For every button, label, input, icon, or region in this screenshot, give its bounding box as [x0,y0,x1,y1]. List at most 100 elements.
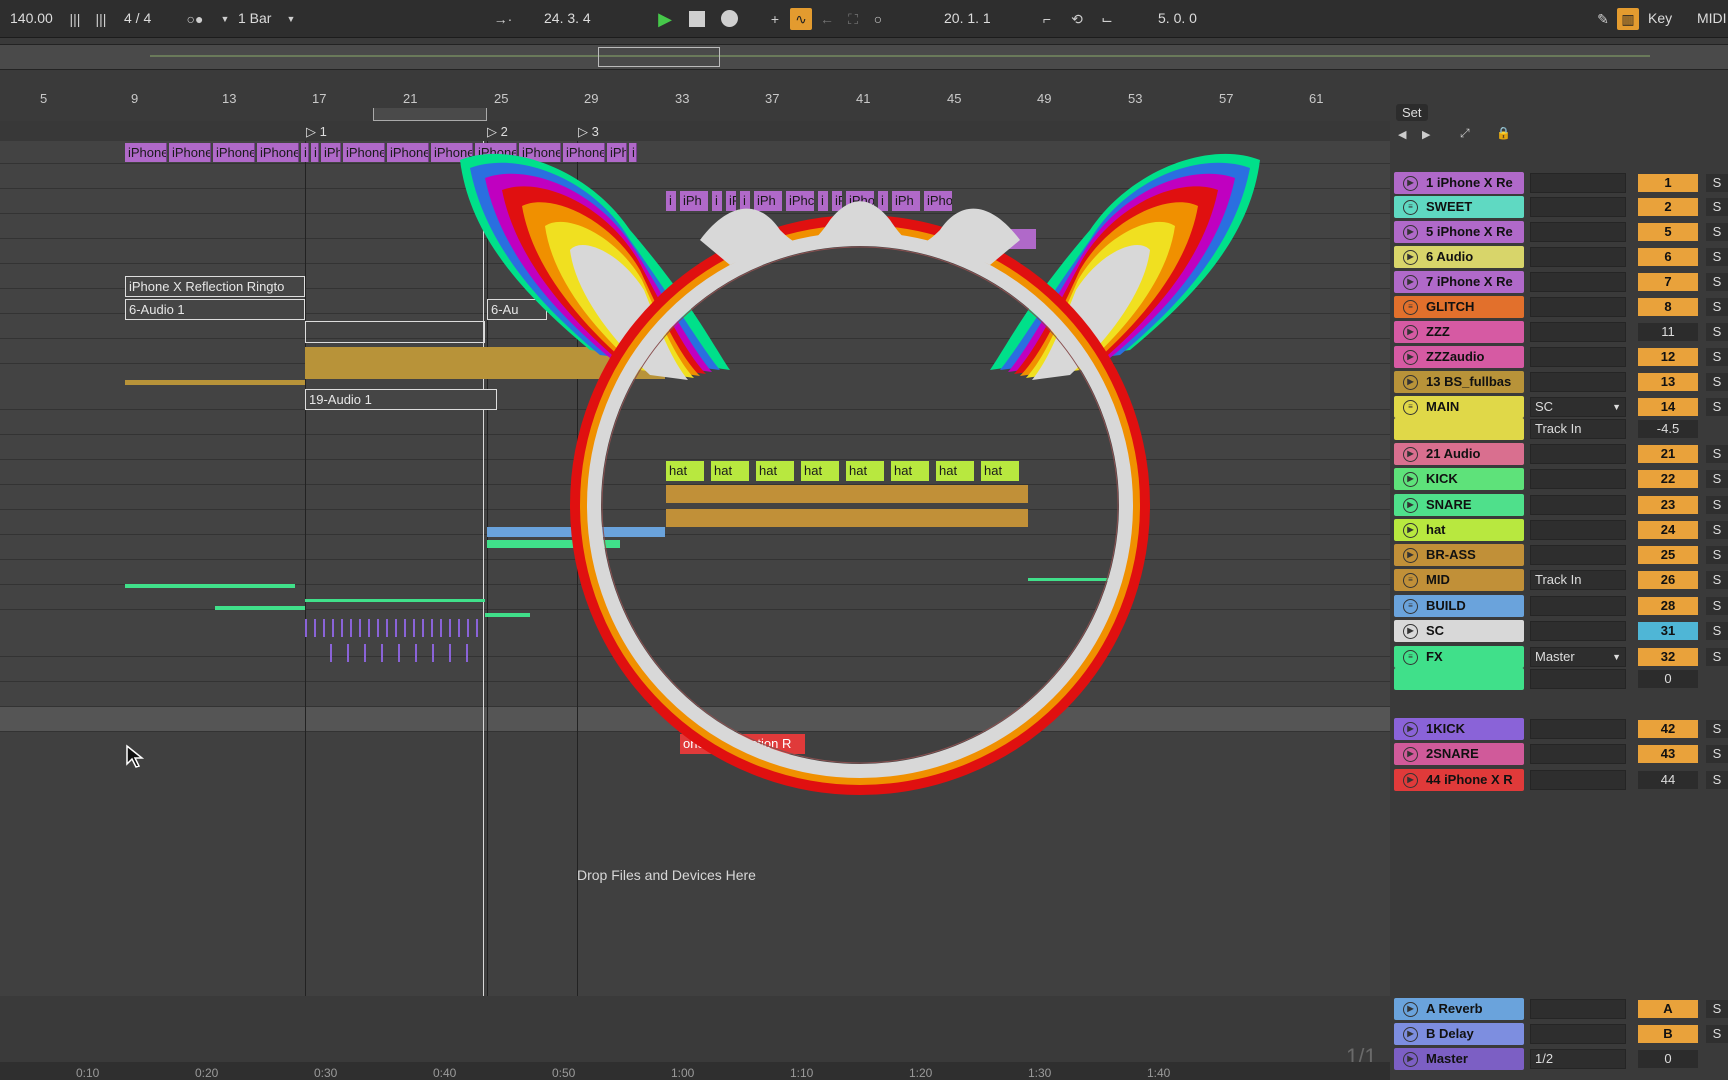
track-header[interactable]: 44 iPhone X R ▶ 44 S [1394,769,1728,791]
solo-button[interactable]: S [1706,174,1728,192]
track-io-chooser[interactable] [1530,272,1626,292]
midi-clip[interactable]: iPhone [387,143,429,162]
group-fold-icon[interactable]: ≡ [1403,300,1418,315]
solo-button[interactable]: S [1706,521,1728,539]
track-number-button[interactable]: 11 [1638,323,1698,341]
midi-clip[interactable]: iPh [321,143,341,162]
track-activator-icon[interactable]: ▶ [1403,722,1418,737]
midi-clip[interactable]: iPhone [213,143,255,162]
track-activator-icon[interactable]: ▶ [1403,523,1418,538]
track-io-chooser[interactable] [1530,596,1626,616]
follow-icon[interactable]: →· [492,8,514,30]
track-io-chooser[interactable] [1530,719,1626,739]
loop-switch-icon[interactable]: ⟲ [1066,8,1088,30]
track-number-button[interactable]: 26 [1638,571,1698,589]
solo-button[interactable]: S [1706,223,1728,241]
group-fold-icon[interactable]: ≡ [1403,400,1418,415]
nudge-icon[interactable]: ||| [90,8,112,30]
track-io-chooser[interactable] [1530,744,1626,764]
track-header[interactable]: FX ≡ Master ▼ 32 S [1394,646,1728,668]
locator-3[interactable]: ▷ 3 [578,124,599,140]
track-header[interactable]: hat ▶ 24 S [1394,519,1728,541]
solo-button[interactable]: S [1706,1025,1728,1043]
session-record-icon[interactable]: ○ [867,8,889,30]
punch-in-icon[interactable]: ⌐ [1036,8,1058,30]
track-io-chooser[interactable] [1530,347,1626,367]
beat-time-ruler[interactable]: 5 9 13 17 21 25 29 33 37 41 45 49 53 57 … [0,88,1390,108]
fx-clip[interactable] [215,606,305,610]
track-name[interactable]: 2SNARE ▶ [1394,743,1524,765]
track-activator-icon[interactable]: ▶ [1403,176,1418,191]
solo-button[interactable]: S [1706,745,1728,763]
track-activator-icon[interactable]: ▶ [1403,275,1418,290]
solo-button[interactable]: S [1706,496,1728,514]
track-io-chooser[interactable] [1530,297,1626,317]
track-name[interactable]: A Reverb ▶ [1394,998,1524,1020]
track-number-button[interactable]: 24 [1638,521,1698,539]
solo-button[interactable]: S [1706,622,1728,640]
track-header[interactable]: 6 Audio ▶ 6 S [1394,246,1728,268]
group-fold-icon[interactable]: ≡ [1403,200,1418,215]
locator-2[interactable]: ▷ 2 [487,124,508,140]
track-number-button[interactable]: 1 [1638,174,1698,192]
solo-button[interactable]: S [1706,273,1728,291]
track-activator-icon[interactable]: ▶ [1403,548,1418,563]
track-header[interactable]: 5 iPhone X Re ▶ 5 S [1394,221,1728,243]
track-number-button[interactable]: 28 [1638,597,1698,615]
track-name[interactable]: MAIN ≡ [1394,396,1524,418]
solo-button[interactable]: S [1706,470,1728,488]
set-button[interactable]: Set [1396,104,1428,121]
loop-brace[interactable] [373,108,487,121]
track-name[interactable]: BUILD ≡ [1394,595,1524,617]
stop-icon[interactable] [686,8,708,30]
track-io-chooser[interactable] [1530,621,1626,641]
track-number-button[interactable]: 25 [1638,546,1698,564]
solo-button[interactable]: S [1706,198,1728,216]
midi-clip[interactable]: iPhone [257,143,299,162]
track-number-button[interactable]: 31 [1638,622,1698,640]
track-io-chooser[interactable]: Track In [1530,570,1626,590]
track-number-button[interactable]: 14 [1638,398,1698,416]
play-icon[interactable]: ▶ [654,8,676,30]
arrangement-overview[interactable] [0,44,1728,70]
group-fold-icon[interactable]: ≡ [1403,599,1418,614]
time-signature-field[interactable]: 4 / 4 [124,10,151,26]
track-header[interactable]: 2SNARE ▶ 43 S [1394,743,1728,765]
track-header[interactable]: BUILD ≡ 28 S [1394,595,1728,617]
track-name[interactable]: 6 Audio ▶ [1394,246,1524,268]
solo-button[interactable]: S [1706,571,1728,589]
chevron-down-icon[interactable]: ▼ [280,8,302,30]
track-io-chooser[interactable] [1530,770,1626,790]
arrangement-position-field[interactable]: 24. 3. 4 [544,10,591,26]
track-io-chooser[interactable] [1530,999,1626,1019]
bass-clip[interactable] [125,380,305,385]
solo-button[interactable]: S [1706,373,1728,391]
track-io-chooser[interactable] [1530,545,1626,565]
track-io-chooser[interactable] [1530,495,1626,515]
track-io-chooser[interactable]: 1/2 [1530,1049,1626,1069]
group-fold-icon[interactable]: ≡ [1403,650,1418,665]
track-number-button[interactable]: 12 [1638,348,1698,366]
midi-clip[interactable]: iPhone [343,143,385,162]
track-header[interactable]: 7 iPhone X Re ▶ 7 S [1394,271,1728,293]
track-activator-icon[interactable]: ▶ [1403,350,1418,365]
track-io-chooser[interactable] [1530,444,1626,464]
return-track-header[interactable]: B Delay ▶ B S [1394,1023,1728,1045]
capture-icon[interactable]: ⛶ [842,8,864,30]
track-number-button[interactable]: 2 [1638,198,1698,216]
track-header[interactable]: KICK ▶ 22 S [1394,468,1728,490]
track-io-chooser[interactable] [1530,469,1626,489]
solo-button[interactable]: S [1706,546,1728,564]
lock-icon[interactable]: 🔒 [1496,126,1511,140]
track-number-button[interactable]: 13 [1638,373,1698,391]
quantize-select[interactable]: 1 Bar [238,10,271,26]
solo-button[interactable]: S [1706,648,1728,666]
track-name[interactable]: FX ≡ [1394,646,1524,668]
track-io-chooser[interactable] [1530,173,1626,193]
loop-length-field[interactable]: 5. 0. 0 [1158,10,1197,26]
track-activator-icon[interactable]: ▶ [1403,447,1418,462]
track-header[interactable]: 1 iPhone X Re ▶ 1 S [1394,172,1728,194]
track-name[interactable]: 13 BS_fullbas ▶ [1394,371,1524,393]
track-name[interactable]: 5 iPhone X Re ▶ [1394,221,1524,243]
track-activator-icon[interactable]: ▶ [1403,773,1418,788]
